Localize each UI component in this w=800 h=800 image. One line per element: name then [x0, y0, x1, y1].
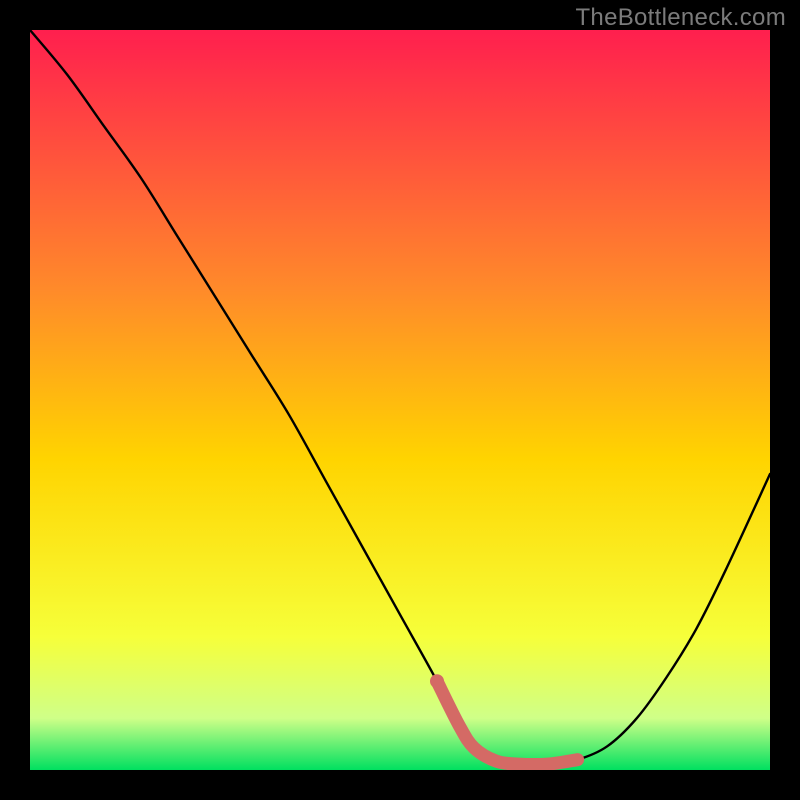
gradient-background	[30, 30, 770, 770]
watermark-text: TheBottleneck.com	[575, 4, 786, 32]
plot-area	[30, 30, 770, 770]
chart-stage: TheBottleneck.com	[0, 0, 800, 800]
chart-svg	[30, 30, 770, 770]
highlight-dot	[430, 674, 444, 688]
